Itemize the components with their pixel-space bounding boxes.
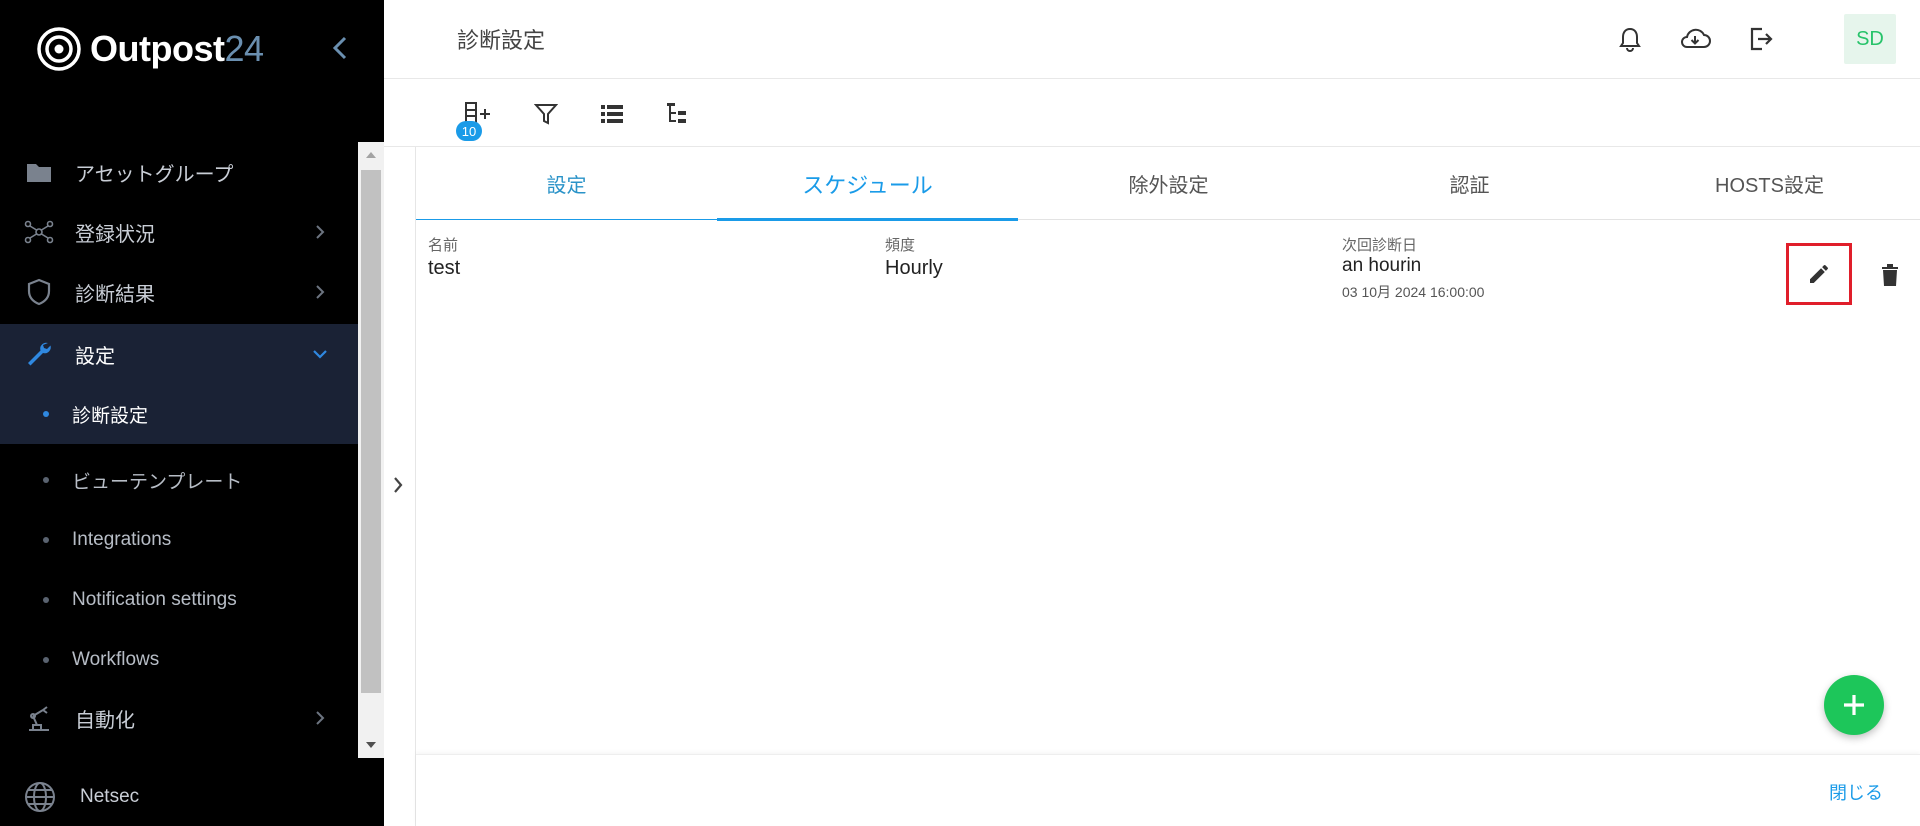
bell-icon[interactable] — [1613, 22, 1647, 56]
list-icon — [601, 105, 623, 123]
logout-icon[interactable] — [1744, 22, 1778, 56]
pencil-icon — [1810, 264, 1828, 283]
delete-schedule-button[interactable] — [1870, 255, 1910, 295]
scroll-down-arrow[interactable] — [366, 742, 376, 748]
sidebar-subitem-view-templates[interactable]: ビューテンプレート — [0, 450, 358, 510]
chevron-right-icon[interactable] — [391, 475, 405, 500]
sidebar-item-asset-groups[interactable]: アセットグループ — [0, 142, 358, 202]
chevron-right-icon — [310, 222, 330, 242]
sidebar-subitem-label: 診断設定 — [72, 405, 149, 427]
sidebar-subitem-label: Notification settings — [72, 589, 237, 610]
avatar[interactable]: SD — [1844, 14, 1896, 64]
top-bar: 診断設定 SD — [384, 0, 1920, 79]
sidebar-nav: アセットグループ 登録状況 診断結果 設定 診断設定 ビューテンプレート Int… — [0, 142, 358, 758]
add-schedule-button[interactable] — [1824, 675, 1884, 735]
next-scan-date: 03 10月 2024 16:00:00 — [1342, 284, 1485, 300]
chevron-down-icon — [310, 344, 330, 364]
side-panel-toggle-strip — [384, 147, 416, 826]
frequency-column-header: 頻度 — [885, 237, 916, 254]
sidebar-item-scan-results[interactable]: 診断結果 — [0, 262, 358, 322]
filter-button[interactable] — [528, 97, 564, 131]
bullet-dot — [43, 537, 49, 543]
netsec-label: Netsec — [80, 786, 140, 807]
tab-schedule[interactable]: スケジュール — [717, 147, 1018, 220]
trash-icon — [1882, 264, 1898, 286]
tab-hosts-settings[interactable]: HOSTS設定 — [1619, 147, 1920, 220]
wrench-icon — [24, 339, 54, 369]
shield-icon — [24, 277, 54, 307]
sidebar-subitem-label: Workflows — [72, 649, 160, 670]
plus-icon — [1844, 695, 1864, 715]
settings-tabs: 設定 スケジュール 除外設定 認証 HOSTS設定 — [416, 147, 1920, 221]
chevron-right-icon — [310, 282, 330, 302]
sidebar-subitem-label: Integrations — [72, 529, 172, 550]
network-icon — [24, 217, 54, 247]
outpost24-logo[interactable]: Outpost24 — [36, 24, 264, 74]
next-scan-relative: an hourin — [1342, 255, 1422, 276]
logo-icon — [37, 27, 81, 71]
tab-authentication[interactable]: 認証 — [1319, 147, 1620, 220]
close-button[interactable]: 閉じる — [1829, 779, 1883, 805]
logo-text: Outpost24 — [90, 28, 264, 69]
sidebar-item-registration-status[interactable]: 登録状況 — [0, 202, 358, 262]
sidebar-item-label: アセットグループ — [75, 163, 234, 186]
sidebar-subitem-workflows[interactable]: Workflows — [0, 630, 358, 690]
chevron-left-icon — [332, 36, 347, 60]
cloud-download-icon[interactable] — [1678, 22, 1712, 56]
bullet-dot — [43, 657, 49, 663]
column-count-badge: 10 — [456, 121, 482, 141]
folder-icon — [24, 157, 54, 187]
edit-schedule-button[interactable] — [1786, 243, 1852, 305]
sidebar: Outpost24 アセットグループ 登録状況 診断結果 設定 診断設定 ビュー… — [0, 0, 384, 826]
chevron-right-icon — [310, 708, 330, 728]
page-title: 診断設定 — [457, 28, 546, 53]
name-column-header: 名前 — [428, 237, 459, 254]
filter-icon — [534, 104, 558, 125]
sidebar-item-label: 自動化 — [75, 709, 135, 732]
tab-settings[interactable]: 設定 — [416, 147, 717, 220]
active-tab-indicator — [717, 218, 1018, 221]
sidebar-item-label: 設定 — [75, 345, 115, 368]
sidebar-subitem-notification-settings[interactable]: Notification settings — [0, 570, 358, 630]
sidebar-subitem-label: ビューテンプレート — [72, 471, 243, 493]
list-view-button[interactable] — [594, 97, 630, 131]
sidebar-subitem-scan-settings[interactable]: 診断設定 — [0, 384, 358, 444]
bullet-dot — [43, 477, 49, 483]
sidebar-scrollbar[interactable] — [358, 142, 384, 758]
schedule-name: test — [428, 257, 461, 279]
schedule-frequency: Hourly — [885, 257, 943, 279]
collapse-sidebar-button[interactable] — [326, 30, 354, 66]
sidebar-subitem-integrations[interactable]: Integrations — [0, 510, 358, 570]
scan-settings-panel: 設定 スケジュール 除外設定 認証 HOSTS設定 名前 test 頻度 Hou… — [416, 147, 1920, 826]
tree-icon — [667, 103, 686, 123]
sidebar-item-automation[interactable]: 自動化 — [0, 688, 358, 748]
tree-view-button[interactable] — [660, 97, 696, 131]
sidebar-item-label: 登録状況 — [75, 223, 155, 246]
bullet-dot — [43, 597, 49, 603]
panel-footer: 閉じる — [416, 754, 1920, 826]
toolbar: 10 — [384, 79, 1920, 147]
scrollbar-thumb[interactable] — [361, 170, 381, 693]
bullet-dot — [43, 411, 49, 417]
sidebar-item-settings[interactable]: 設定 — [0, 324, 358, 384]
robot-arm-icon — [24, 703, 54, 733]
scroll-up-arrow[interactable] — [366, 152, 376, 158]
tab-exclusions[interactable]: 除外設定 — [1018, 147, 1319, 220]
sidebar-item-netsec[interactable]: Netsec — [0, 768, 384, 826]
sidebar-item-label: 診断結果 — [75, 283, 155, 306]
next-scan-column-header: 次回診断日 — [1342, 237, 1418, 254]
tab-divider — [416, 219, 717, 220]
globe-icon — [24, 781, 56, 813]
